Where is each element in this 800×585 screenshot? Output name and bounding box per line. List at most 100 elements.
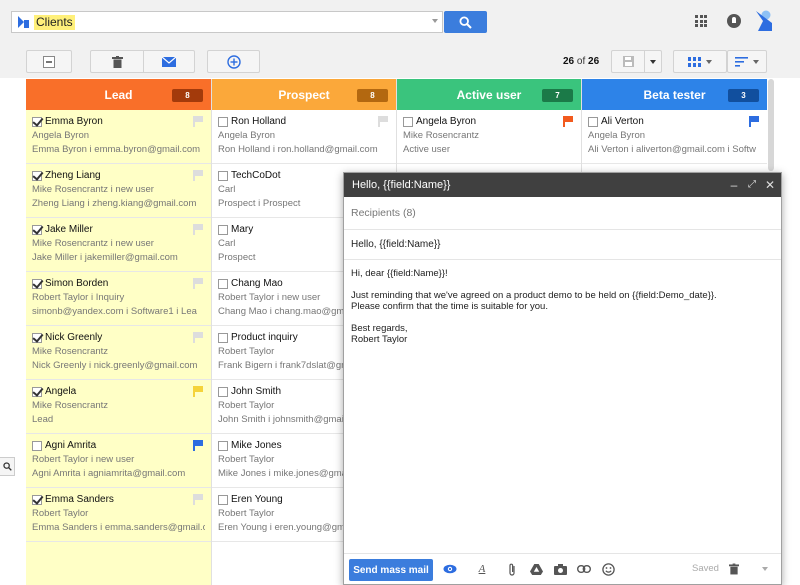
trash-icon xyxy=(111,55,123,68)
card-checkbox[interactable] xyxy=(32,171,42,181)
card-checkbox[interactable] xyxy=(32,279,42,289)
card-checkbox[interactable] xyxy=(32,225,42,235)
chevron-down-icon xyxy=(650,59,656,64)
card[interactable]: Angela Mike Rosencrantz Lead xyxy=(26,380,211,434)
emoji-icon[interactable] xyxy=(601,562,615,576)
search-chip[interactable]: Clients xyxy=(34,15,75,30)
card-title: Zheng Liang xyxy=(32,169,205,183)
camera-icon[interactable] xyxy=(553,562,567,576)
card-checkbox[interactable] xyxy=(218,441,228,451)
flag-icon[interactable] xyxy=(193,332,203,343)
card[interactable]: Angela Byron Mike Rosencrantz Active user xyxy=(397,110,581,164)
card[interactable]: Agni Amrita Robert Taylor i new user Agni … xyxy=(26,434,211,488)
send-mass-mail-button[interactable]: Send mass mail xyxy=(349,559,433,581)
close-icon[interactable]: ✕ xyxy=(763,173,777,197)
minimize-icon[interactable]: – xyxy=(727,173,741,197)
card-name: Ali Verton xyxy=(601,116,644,127)
flag-icon[interactable] xyxy=(193,170,203,181)
column-title: Prospect xyxy=(278,87,330,102)
card[interactable]: Zheng Liang Mike Rosencrantz i new user Zh… xyxy=(26,164,211,218)
more-options-chevron-icon[interactable] xyxy=(758,562,772,576)
attach-icon[interactable] xyxy=(505,562,519,576)
flag-icon[interactable] xyxy=(193,278,203,289)
side-search-button[interactable] xyxy=(0,457,15,476)
card-line1: Robert Taylor i Inquiry xyxy=(32,292,125,303)
card-checkbox[interactable] xyxy=(218,225,228,235)
column-header[interactable]: Prospect 8 xyxy=(212,79,396,110)
chevron-down-icon xyxy=(753,59,759,64)
card-checkbox[interactable] xyxy=(588,117,598,127)
search-button[interactable] xyxy=(444,11,487,33)
mail-icon xyxy=(162,56,176,67)
subject-field[interactable]: Hello, {{field:Name}} xyxy=(344,230,781,260)
flag-icon[interactable] xyxy=(193,224,203,235)
add-button[interactable] xyxy=(207,50,260,73)
flag-icon[interactable] xyxy=(749,116,759,127)
flag-icon[interactable] xyxy=(378,116,388,127)
card-checkbox[interactable] xyxy=(32,117,42,127)
card-title: Angela xyxy=(32,385,205,399)
card-line1: Mike Rosencrantz i new user xyxy=(32,238,154,249)
recipients-field[interactable]: Recipients (8) xyxy=(344,197,781,230)
app-logo-icon xyxy=(18,16,29,28)
card-checkbox[interactable] xyxy=(32,441,42,451)
chevron-down-icon[interactable] xyxy=(432,19,438,23)
top-bar: Clients xyxy=(0,0,800,42)
card-line2: Nick Greenly i nick.greenly@gmail.com xyxy=(32,360,198,371)
avatar[interactable] xyxy=(754,9,776,33)
card-checkbox[interactable] xyxy=(218,117,228,127)
card[interactable]: Simon Borden Robert Taylor i Inquiry simon… xyxy=(26,272,211,326)
card-name: Angela Byron xyxy=(416,116,477,127)
card-checkbox[interactable] xyxy=(32,387,42,397)
select-toggle-button[interactable] xyxy=(26,50,72,73)
column-header[interactable]: Beta tester 3 xyxy=(582,79,767,110)
card-line1: Robert Taylor xyxy=(32,508,89,519)
message-body[interactable]: Hi, dear {{field:Name}}! Just reminding … xyxy=(344,260,781,364)
view-mode-button[interactable] xyxy=(673,50,727,73)
save-view-menu-button[interactable] xyxy=(644,50,662,73)
card-checkbox[interactable] xyxy=(32,333,42,343)
card[interactable]: Emma Byron Angela Byron Emma Byron i emma.… xyxy=(26,110,211,164)
flag-icon[interactable] xyxy=(193,116,203,127)
delete-button[interactable] xyxy=(90,50,144,73)
drive-icon[interactable] xyxy=(529,562,543,576)
flag-icon[interactable] xyxy=(193,440,203,451)
card-line2: Ali Verton i aliverton@gmail.com i Softw xyxy=(588,144,757,155)
card-line2: Emma Sanders i emma.sanders@gmail.com xyxy=(32,522,205,533)
compose-header: Hello, {{field:Name}} – ⤢ ✕ xyxy=(344,173,781,197)
card-checkbox[interactable] xyxy=(218,495,228,505)
board-scrollbar[interactable] xyxy=(768,79,774,171)
flag-icon[interactable] xyxy=(563,116,573,127)
card[interactable]: Ali Verton Angela Byron Ali Verton i alive… xyxy=(582,110,767,164)
preview-icon[interactable] xyxy=(443,562,457,576)
card-checkbox[interactable] xyxy=(218,279,228,289)
text-format-icon[interactable]: A xyxy=(475,562,489,576)
discard-draft-icon[interactable] xyxy=(727,562,741,576)
flag-icon[interactable] xyxy=(193,494,203,505)
search-box[interactable]: Clients xyxy=(11,11,443,33)
card-checkbox[interactable] xyxy=(218,171,228,181)
card[interactable]: Ron Holland Angela Byron Ron Holland i ron… xyxy=(212,110,396,164)
search-icon xyxy=(459,15,472,29)
flag-icon[interactable] xyxy=(193,386,203,397)
signoff-line: Best regards, xyxy=(351,323,408,334)
apps-grid-icon[interactable] xyxy=(695,15,707,27)
save-view-button[interactable] xyxy=(611,50,645,73)
notifications-icon[interactable] xyxy=(727,14,741,28)
link-icon[interactable] xyxy=(577,562,591,576)
signature-name: Robert Taylor xyxy=(351,334,408,345)
column-header[interactable]: Active user 7 xyxy=(397,79,581,110)
mass-mail-button[interactable] xyxy=(143,50,195,73)
card[interactable]: Nick Greenly Mike Rosencrantz Nick Greenly… xyxy=(26,326,211,380)
column-title: Lead xyxy=(104,87,133,102)
card-checkbox[interactable] xyxy=(218,333,228,343)
compose-window: Hello, {{field:Name}} – ⤢ ✕ Recipients (… xyxy=(343,172,782,585)
card[interactable]: Emma Sanders Robert Taylor Emma Sanders i … xyxy=(26,488,211,542)
sort-button[interactable] xyxy=(727,50,767,73)
card-checkbox[interactable] xyxy=(218,387,228,397)
card[interactable]: Jake Miller Mike Rosencrantz i new user Ja… xyxy=(26,218,211,272)
card-checkbox[interactable] xyxy=(403,117,413,127)
column-header[interactable]: Lead 8 xyxy=(26,79,211,110)
expand-icon[interactable]: ⤢ xyxy=(745,173,759,197)
card-checkbox[interactable] xyxy=(32,495,42,505)
